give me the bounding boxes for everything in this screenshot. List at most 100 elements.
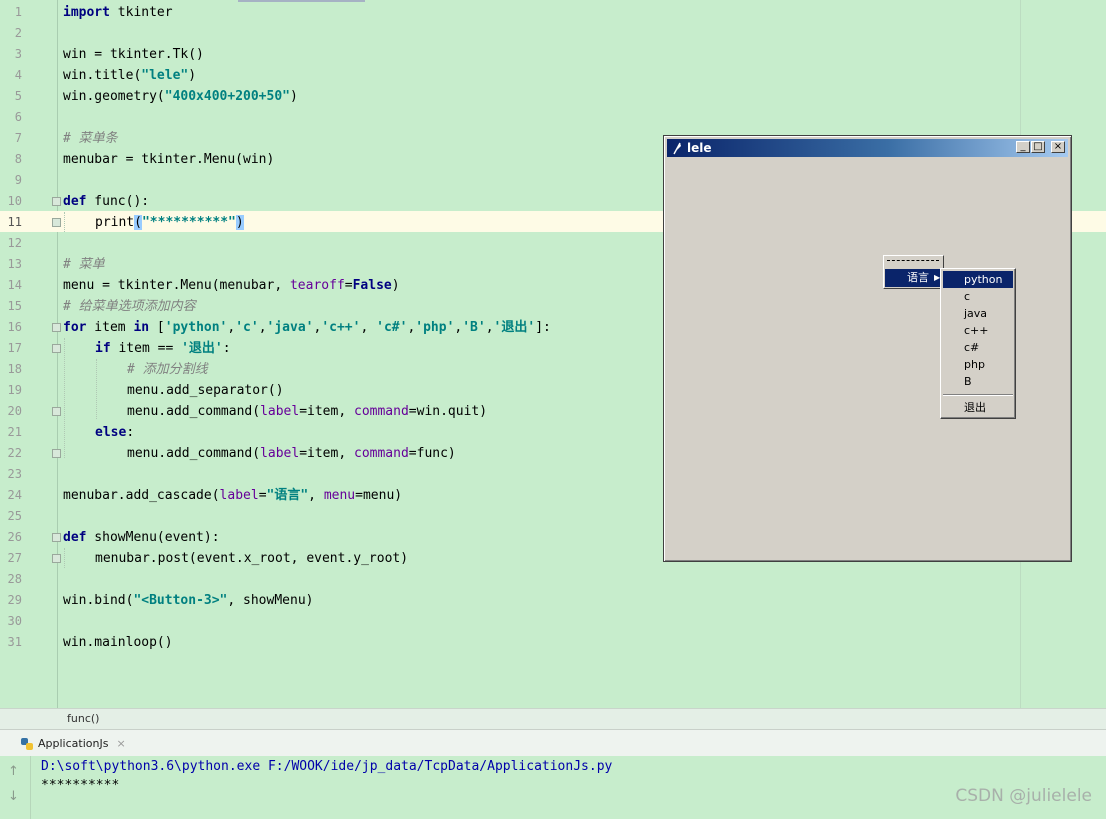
feather-icon — [673, 142, 681, 155]
line-number: 1 — [14, 5, 22, 19]
code-line-4: win.title("lele") — [63, 68, 197, 83]
minimize-button[interactable]: _ — [1016, 141, 1030, 153]
fold-marker-icon[interactable] — [52, 533, 61, 542]
line-number: 22 — [7, 446, 22, 460]
line-number: 17 — [7, 341, 22, 355]
code-line-24: menubar.add_cascade(label="语言", menu=men… — [63, 488, 403, 503]
submenu-item-php[interactable]: php — [943, 356, 1013, 373]
console-toolbar: ↑ ↓ — [0, 756, 31, 819]
line-number: 3 — [14, 47, 22, 61]
line-number: 30 — [7, 614, 22, 628]
fold-marker-icon[interactable] — [52, 344, 61, 353]
console-output-line: ********** — [41, 778, 120, 793]
watermark: CSDN @julielele — [955, 786, 1092, 806]
line-number: 6 — [14, 110, 22, 124]
submenu-item-quit[interactable]: 退出 — [943, 399, 1013, 416]
python-icon — [21, 737, 33, 750]
console-command-line: D:\soft\python3.6\python.exe F:/WOOK/ide… — [41, 759, 613, 774]
fold-marker-icon[interactable] — [52, 197, 61, 206]
fold-marker-icon[interactable] — [52, 323, 61, 332]
indent-guide — [64, 338, 66, 458]
line-number: 24 — [7, 488, 22, 502]
line-number: 16 — [7, 320, 22, 334]
line-number: 19 — [7, 383, 22, 397]
line-number: 23 — [7, 467, 22, 481]
menu-item-label: 语言 — [907, 271, 929, 284]
line-number: 27 — [7, 551, 22, 565]
code-line-16: for item in ['python','c','java','c++', … — [63, 320, 551, 335]
submenu-item-b[interactable]: B — [943, 373, 1013, 390]
arrow-up-icon[interactable]: ↑ — [8, 764, 22, 779]
submenu-separator — [943, 394, 1013, 396]
fold-marker-icon[interactable] — [52, 218, 61, 227]
line-number: 7 — [14, 131, 22, 145]
line-number: 20 — [7, 404, 22, 418]
code-line-10: def func(): — [63, 194, 150, 209]
line-number: 29 — [7, 593, 22, 607]
line-number: 31 — [7, 635, 22, 649]
code-line-31: win.mainloop() — [63, 635, 173, 650]
maximize-button[interactable]: □ — [1031, 141, 1045, 153]
code-line-1: import tkinter — [63, 5, 173, 20]
console-panel[interactable]: ↑ ↓ D:\soft\python3.6\python.exe F:/WOOK… — [0, 756, 1106, 819]
line-number: 5 — [14, 89, 22, 103]
line-number: 8 — [14, 152, 22, 166]
code-line-15: # 给菜单选项添加内容 — [63, 299, 196, 314]
menu-item-language[interactable]: 语言 ▶ — [885, 269, 942, 287]
submenu-item-python[interactable]: python — [943, 271, 1013, 288]
indent-guide — [64, 212, 66, 232]
code-line-22: menu.add_command(label=item, command=fun… — [127, 446, 456, 461]
arrow-down-icon[interactable]: ↓ — [8, 789, 22, 804]
line-number: 12 — [7, 236, 22, 250]
code-line-7: # 菜单条 — [63, 131, 118, 146]
breadcrumb-bar: func() — [0, 708, 1106, 729]
popup-menu: 语言 ▶ — [883, 255, 944, 289]
code-line-18: # 添加分割线 — [127, 362, 208, 377]
window-title: lele — [687, 141, 712, 155]
run-tab[interactable]: ApplicationJs × — [14, 732, 132, 755]
line-number: 21 — [7, 425, 22, 439]
submenu-item-java[interactable]: java — [943, 305, 1013, 322]
code-line-14: menu = tkinter.Menu(menubar, tearoff=Fal… — [63, 278, 400, 293]
line-number: 18 — [7, 362, 22, 376]
code-line-5: win.geometry("400x400+200+50") — [63, 89, 298, 104]
code-line-3: win = tkinter.Tk() — [63, 47, 204, 62]
line-number: 26 — [7, 530, 22, 544]
breadcrumb[interactable]: func() — [67, 712, 99, 725]
close-button[interactable]: × — [1051, 141, 1065, 153]
line-number: 10 — [7, 194, 22, 208]
line-number: 9 — [14, 173, 22, 187]
line-number: 13 — [7, 257, 22, 271]
line-number: 15 — [7, 299, 22, 313]
submenu: python c java c++ c# php B 退出 — [940, 268, 1016, 419]
close-icon[interactable]: × — [116, 737, 125, 750]
code-line-19: menu.add_separator() — [127, 383, 284, 398]
indent-guide — [64, 548, 66, 568]
fold-marker-icon[interactable] — [52, 449, 61, 458]
line-number: 25 — [7, 509, 22, 523]
line-number: 14 — [7, 278, 22, 292]
fold-marker-icon[interactable] — [52, 554, 61, 563]
code-line-13: # 菜单 — [63, 257, 105, 272]
tearoff-line[interactable] — [887, 260, 939, 261]
code-line-17: if item == '退出': — [95, 341, 231, 356]
editor-tab-indicator — [238, 0, 365, 2]
line-number: 4 — [14, 68, 22, 82]
window-titlebar[interactable]: lele _ □ × — [667, 139, 1068, 157]
line-number: 28 — [7, 572, 22, 586]
code-line-11: print("**********") — [95, 215, 244, 230]
code-line-8: menubar = tkinter.Menu(win) — [63, 152, 275, 167]
code-line-26: def showMenu(event): — [63, 530, 220, 545]
line-number: 11 — [7, 215, 22, 229]
submenu-item-cpp[interactable]: c++ — [943, 322, 1013, 339]
submenu-item-c[interactable]: c — [943, 288, 1013, 305]
run-tab-label: ApplicationJs — [38, 737, 109, 750]
code-line-29: win.bind("<Button-3>", showMenu) — [63, 593, 314, 608]
line-number: 2 — [14, 26, 22, 40]
submenu-item-csharp[interactable]: c# — [943, 339, 1013, 356]
code-line-27: menubar.post(event.x_root, event.y_root) — [95, 551, 409, 566]
fold-marker-icon[interactable] — [52, 407, 61, 416]
run-tab-bar: ApplicationJs × — [0, 729, 1106, 757]
indent-guide — [96, 359, 98, 419]
code-line-20: menu.add_command(label=item, command=win… — [127, 404, 488, 419]
